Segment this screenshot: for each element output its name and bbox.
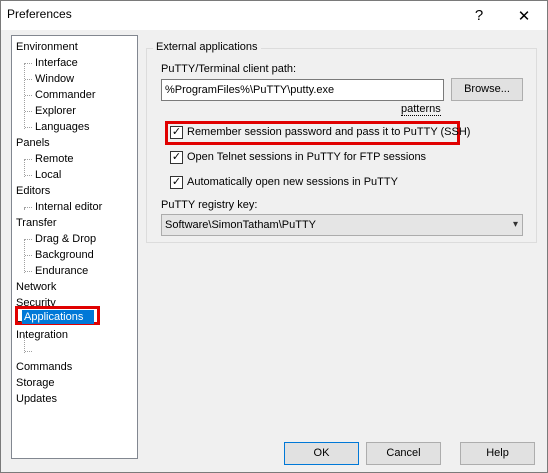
tree-item-explorer[interactable]: Explorer	[35, 103, 76, 119]
tree-connector	[25, 159, 32, 160]
tree-item-commander[interactable]: Commander	[35, 87, 96, 103]
tree-item-background[interactable]: Background	[35, 247, 94, 263]
registry-key-value: Software\SimonTatham\PuTTY	[165, 219, 317, 231]
cancel-button[interactable]: Cancel	[366, 442, 441, 465]
tree-item-environment[interactable]: Environment	[16, 39, 78, 55]
tree-item-languages[interactable]: Languages	[35, 119, 89, 135]
tree-item-remote[interactable]: Remote	[35, 151, 74, 167]
open-telnet-checkbox[interactable]: ✓	[170, 151, 183, 164]
tree-item-updates[interactable]: Updates	[16, 391, 57, 407]
auto-open-label: Automatically open new sessions in PuTTY	[187, 176, 398, 188]
tree-connector	[25, 351, 32, 352]
tree-item-drag-drop[interactable]: Drag & Drop	[35, 231, 96, 247]
window-title: Preferences	[7, 7, 72, 21]
ok-button[interactable]: OK	[284, 442, 359, 465]
remember-password-label: Remember session password and pass it to…	[187, 126, 471, 138]
tree-item-storage[interactable]: Storage	[16, 375, 55, 391]
tree-item-editors[interactable]: Editors	[16, 183, 50, 199]
help-title-button[interactable]: ?	[456, 1, 502, 30]
title-bar: Preferences ? ✕	[1, 1, 547, 30]
auto-open-checkbox[interactable]: ✓	[170, 176, 183, 189]
tree-connector	[25, 127, 32, 128]
tree-item-commands[interactable]: Commands	[16, 359, 72, 375]
open-telnet-label: Open Telnet sessions in PuTTY for FTP se…	[187, 151, 427, 163]
tree-item-window[interactable]: Window	[35, 71, 74, 87]
tree-connector	[25, 207, 32, 208]
putty-path-label: PuTTY/Terminal client path:	[161, 63, 297, 75]
tree-item-applications[interactable]: Applications	[22, 310, 94, 324]
help-button[interactable]: Help	[460, 442, 535, 465]
tree-item-network[interactable]: Network	[16, 279, 56, 295]
tree-connector	[25, 271, 32, 272]
tree-item-integration[interactable]: Integration	[16, 327, 68, 343]
tree-item-transfer[interactable]: Transfer	[16, 215, 57, 231]
group-title: External applications	[153, 41, 261, 53]
tree-connector	[25, 175, 32, 176]
tree-connector	[25, 239, 32, 240]
tree-item-endurance[interactable]: Endurance	[35, 263, 88, 279]
tree-item-applications-highlight: Applications	[15, 306, 100, 325]
close-icon[interactable]: ✕	[501, 1, 547, 30]
putty-path-input[interactable]: %ProgramFiles%\PuTTY\putty.exe	[161, 79, 444, 101]
tree-connector	[25, 63, 32, 64]
browse-button[interactable]: Browse...	[451, 78, 523, 101]
chevron-down-icon: ▾	[512, 219, 518, 230]
remember-password-checkbox[interactable]: ✓	[170, 126, 183, 139]
preferences-tree[interactable]: Environment Interface Window Commander E…	[11, 35, 138, 459]
tree-connector	[25, 255, 32, 256]
tree-connector	[25, 95, 32, 96]
tree-connector	[25, 111, 32, 112]
registry-key-label: PuTTY registry key:	[161, 199, 258, 211]
tree-item-interface[interactable]: Interface	[35, 55, 78, 71]
tree-item-local[interactable]: Local	[35, 167, 61, 183]
tree-item-panels[interactable]: Panels	[16, 135, 50, 151]
tree-connector	[25, 79, 32, 80]
preferences-dialog: Preferences ? ✕ Environment Interface Wi…	[0, 0, 548, 473]
registry-key-select[interactable]: Software\SimonTatham\PuTTY ▾	[161, 214, 523, 236]
tree-item-internal-editor[interactable]: Internal editor	[35, 199, 102, 215]
tree-connector	[24, 63, 25, 129]
tree-connector	[24, 239, 25, 273]
patterns-link[interactable]: patterns	[401, 103, 441, 116]
